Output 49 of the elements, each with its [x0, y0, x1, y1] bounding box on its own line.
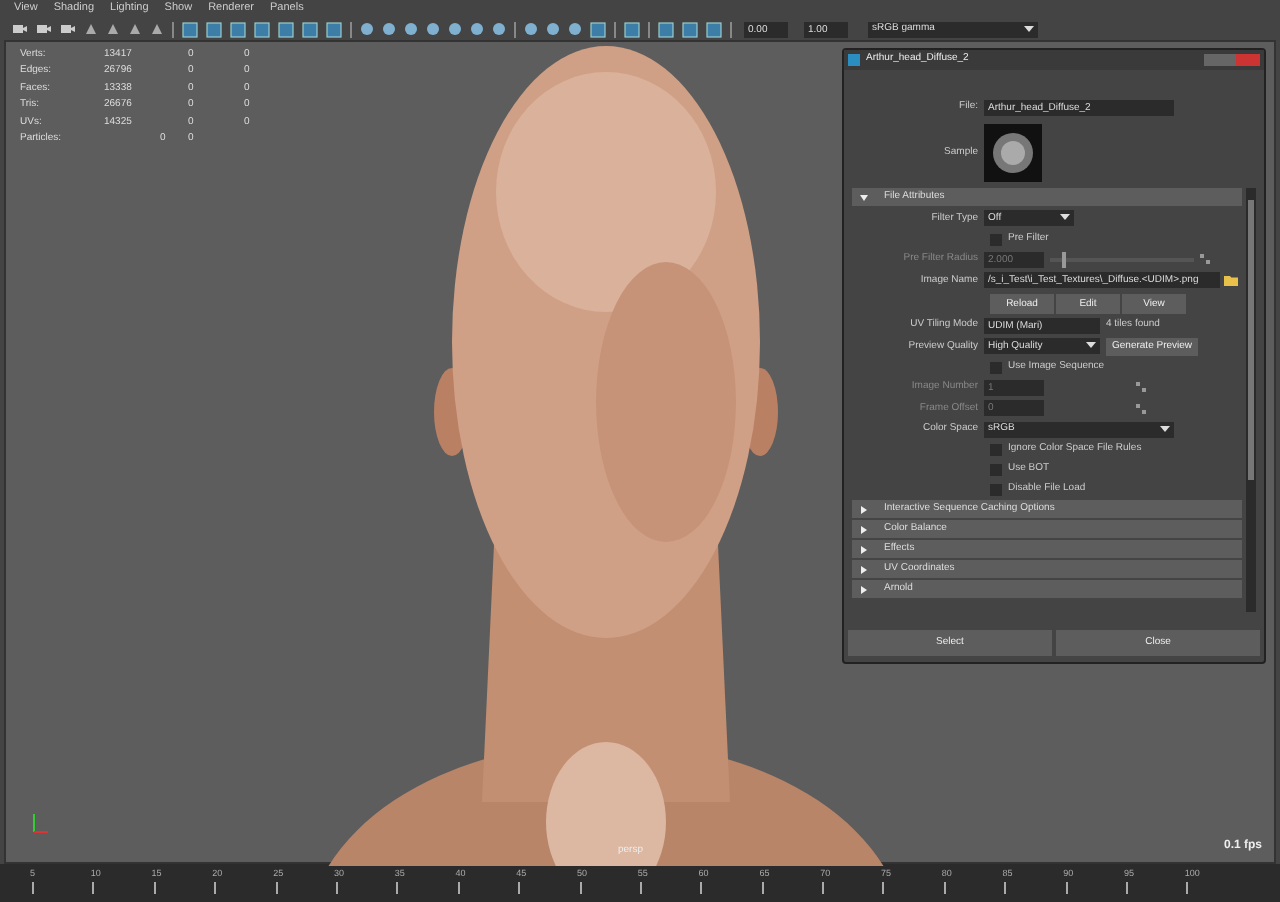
- caret-icon: [1024, 25, 1034, 33]
- circle-icon[interactable]: [492, 22, 506, 36]
- scrollbar[interactable]: [1246, 188, 1256, 612]
- circle-icon[interactable]: [382, 22, 396, 36]
- square-icon[interactable]: [590, 21, 606, 37]
- viewport[interactable]: [4, 40, 1276, 864]
- square-icon[interactable]: [206, 21, 222, 37]
- checkbox[interactable]: [990, 361, 1002, 373]
- caret-icon: [1086, 342, 1096, 351]
- square-icon[interactable]: [182, 21, 198, 37]
- axis-icon: [30, 810, 50, 834]
- square-icon[interactable]: [230, 21, 246, 37]
- circle-icon[interactable]: [524, 22, 538, 36]
- caret-right-icon: [860, 545, 868, 553]
- square-icon[interactable]: [326, 21, 342, 37]
- folder-icon[interactable]: [1224, 274, 1238, 287]
- app-icon: [848, 54, 860, 66]
- square-icon[interactable]: [706, 21, 722, 37]
- camera-icon[interactable]: [60, 22, 76, 36]
- square-icon[interactable]: [254, 21, 270, 37]
- circle-icon[interactable]: [360, 22, 374, 36]
- circle-icon[interactable]: [568, 22, 582, 36]
- camera-icon[interactable]: [12, 22, 28, 36]
- square-icon[interactable]: [624, 21, 640, 37]
- caret-right-icon: [860, 565, 868, 573]
- circle-icon[interactable]: [426, 22, 440, 36]
- square-icon[interactable]: [682, 21, 698, 37]
- caret-right-icon: [860, 525, 868, 533]
- square-icon[interactable]: [658, 21, 674, 37]
- arrows-icon[interactable]: [1136, 382, 1146, 393]
- checkbox[interactable]: [990, 464, 1002, 476]
- caret-icon: [1160, 425, 1170, 434]
- checkbox[interactable]: [990, 444, 1002, 456]
- caret-down-icon: [860, 193, 868, 201]
- circle-icon[interactable]: [448, 22, 462, 36]
- camera-icon[interactable]: [36, 22, 52, 36]
- arrows-icon[interactable]: [1200, 254, 1210, 265]
- circle-icon[interactable]: [404, 22, 418, 36]
- checkbox[interactable]: [990, 233, 1002, 245]
- checkbox[interactable]: [990, 484, 1002, 496]
- caret-icon: [1060, 214, 1070, 223]
- caret-right-icon: [860, 505, 868, 513]
- circle-icon[interactable]: [546, 22, 560, 36]
- arrows-icon[interactable]: [1136, 403, 1146, 414]
- circle-icon[interactable]: [470, 22, 484, 36]
- sample-swatch: [984, 124, 1042, 182]
- caret-right-icon: [860, 585, 868, 593]
- square-icon[interactable]: [278, 21, 294, 37]
- square-icon[interactable]: [302, 21, 318, 37]
